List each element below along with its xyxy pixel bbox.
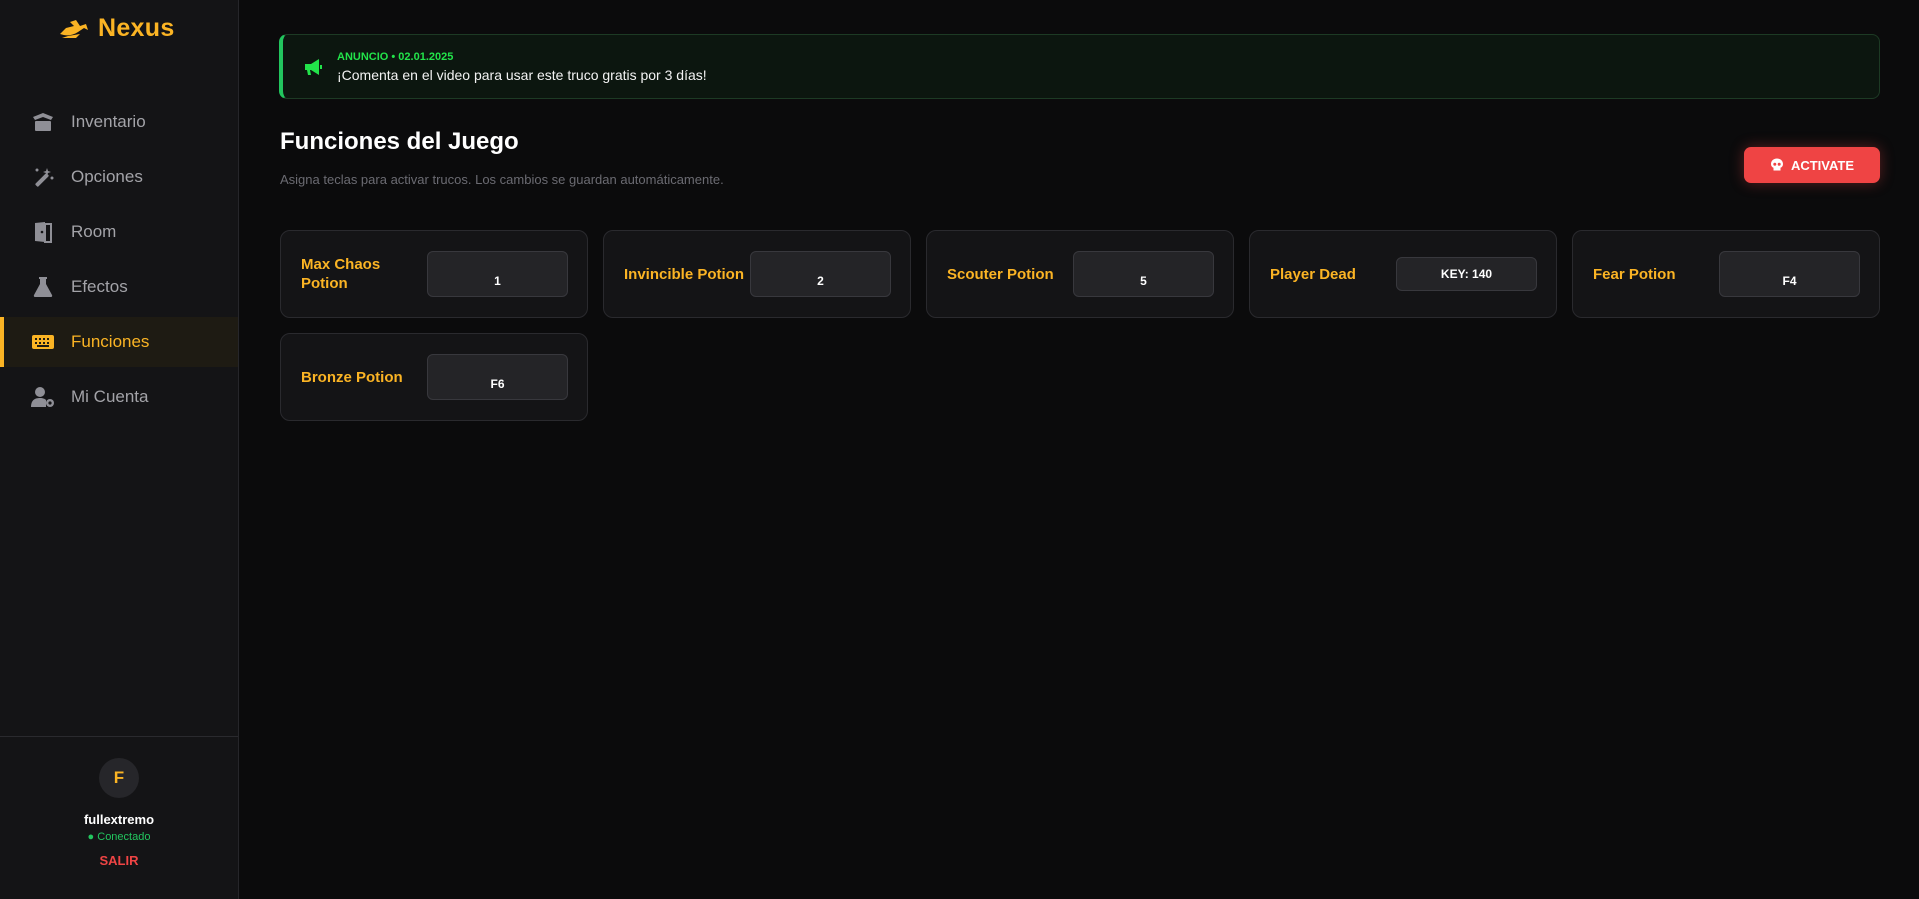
function-card: Fear Potion F4 [1572,230,1880,318]
keybind-input[interactable]: 1 [427,251,568,297]
sidebar-item-label: Room [71,222,117,241]
function-card: Max Chaos Potion 1 [280,230,588,318]
sidebar: Nexus Inventario Opciones Room Efectos F… [0,0,239,899]
function-name: Scouter Potion [947,265,1054,283]
brand-logo[interactable]: Nexus [58,12,175,44]
sidebar-item-opciones[interactable]: Opciones [0,152,238,202]
door-open-icon [30,221,56,243]
function-name: Fear Potion [1593,265,1676,283]
magic-wand-icon [30,166,56,188]
user-panel: F fullextremo ● Conectado SALIR [0,736,238,899]
announcement-banner: ANUNCIO • 02.01.2025 ¡Comenta en el vide… [279,34,1880,99]
running-fox-icon [60,20,88,38]
megaphone-icon [305,58,322,75]
function-card: Player Dead KEY: 140 [1249,230,1557,318]
keybind-input[interactable]: F6 [427,354,568,400]
function-name: Max Chaos Potion [301,256,381,292]
sidebar-item-label: Opciones [71,167,143,186]
username: fullextremo [83,812,155,827]
keybind-input[interactable]: 5 [1073,251,1214,297]
sidebar-item-mi-cuenta[interactable]: Mi Cuenta [0,372,238,422]
announcement-text: ¡Comenta en el video para usar este truc… [337,66,707,83]
keybind-input[interactable]: 2 [750,251,891,297]
sidebar-nav: Inventario Opciones Room Efectos Funcion… [0,97,238,427]
sidebar-item-inventario[interactable]: Inventario [0,97,238,147]
page-subtitle: Asigna teclas para activar trucos. Los c… [280,172,724,187]
user-gear-icon [30,386,56,408]
sidebar-item-room[interactable]: Room [0,207,238,257]
function-card: Bronze Potion F6 [280,333,588,421]
keybind-input[interactable]: KEY: 140 [1396,257,1537,291]
activate-label: ACTIVATE [1790,157,1855,173]
function-name: Bronze Potion [301,368,403,386]
box-open-icon [30,111,56,133]
avatar: F [99,758,139,798]
sidebar-item-label: Funciones [71,332,150,351]
sidebar-item-efectos[interactable]: Efectos [0,262,238,312]
keybind-input[interactable]: F4 [1719,251,1860,297]
function-card: Invincible Potion 2 [603,230,911,318]
activate-button[interactable]: ACTIVATE [1744,147,1880,183]
page-title: Funciones del Juego [280,128,519,155]
brand-name: Nexus [98,13,175,42]
status-badge: ● Conectado [87,831,151,843]
skull-icon [1770,158,1783,171]
announcement-meta: ANUNCIO • 02.01.2025 [337,50,454,63]
sidebar-item-label: Mi Cuenta [71,387,149,406]
function-name: Player Dead [1270,265,1356,283]
flask-icon [30,276,56,298]
function-name: Invincible Potion [624,265,745,283]
sidebar-item-funciones[interactable]: Funciones [0,317,238,367]
logout-button[interactable]: SALIR [100,853,139,868]
function-card: Scouter Potion 5 [926,230,1234,318]
sidebar-item-label: Inventario [71,112,146,131]
sidebar-item-label: Efectos [71,277,128,296]
keyboard-icon [30,331,56,353]
